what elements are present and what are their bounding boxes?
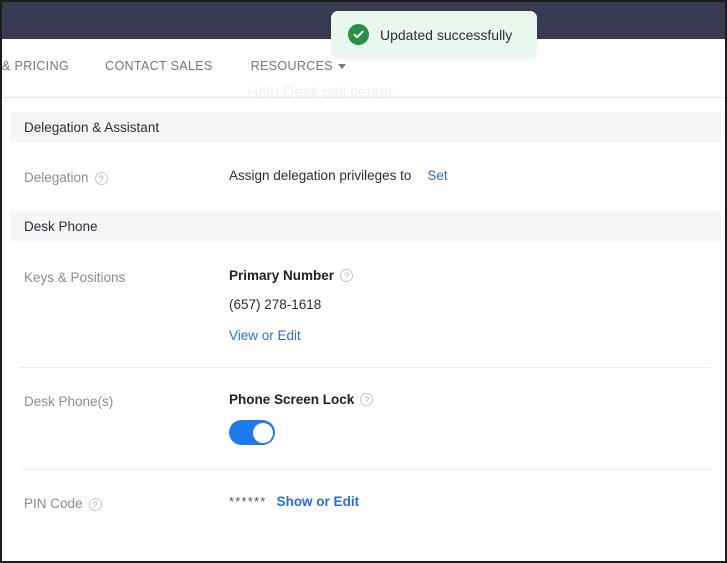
- section-title: Desk Phone: [24, 219, 98, 234]
- row-label-text: Delegation: [24, 170, 89, 185]
- row-label-keys-positions: Keys & Positions: [24, 270, 126, 285]
- row-label-pin-code: PIN Code?: [24, 494, 229, 511]
- primary-number-value: (657) 278-1618: [229, 297, 322, 312]
- nav-item-contact-sales[interactable]: CONTACT SALES: [105, 59, 213, 73]
- row-delegation: Delegation? Assign delegation privileges…: [2, 143, 725, 211]
- nav-items: & PRICING CONTACT SALES RESOURCES: [2, 59, 346, 73]
- nav-item-resources[interactable]: RESOURCES: [251, 59, 346, 73]
- toast-notification: Updated successfully: [331, 11, 537, 58]
- row-desk-phones: Desk Phone(s) Phone Screen Lock?: [2, 367, 725, 469]
- settings-content: Delegation & Assistant Delegation? Assig…: [2, 98, 725, 561]
- set-delegation-link[interactable]: Set: [427, 168, 447, 183]
- row-label-text: PIN Code: [24, 496, 83, 511]
- chevron-down-icon: [338, 63, 346, 69]
- row-pin-code: PIN Code? ****** Show or Edit: [2, 469, 725, 535]
- help-icon[interactable]: ?: [340, 269, 354, 282]
- pin-code-masked-value: ******: [229, 494, 267, 509]
- row-keys-positions: Keys & Positions Primary Number? (657) 2…: [2, 242, 725, 367]
- phone-screen-lock-title: Phone Screen Lock: [229, 392, 355, 407]
- section-header-delegation: Delegation & Assistant: [10, 112, 721, 143]
- row-label-desk-phones: Desk Phone(s): [24, 394, 114, 409]
- section-header-desk-phone: Desk Phone: [10, 211, 721, 242]
- nav-item-resources-label: RESOURCES: [250, 59, 333, 73]
- view-or-edit-link[interactable]: View or Edit: [229, 328, 301, 343]
- app-window: Help Desk call center & PRICING CONTACT …: [0, 0, 727, 563]
- row-value-desk-phones: Phone Screen Lock?: [229, 392, 725, 445]
- help-icon[interactable]: ?: [360, 393, 374, 406]
- phone-screen-lock-toggle[interactable]: [229, 420, 275, 445]
- primary-number-title: Primary Number: [229, 268, 335, 283]
- toast-message: Updated successfully: [380, 26, 513, 43]
- nav-item-pricing[interactable]: & PRICING: [2, 59, 69, 73]
- check-circle-icon: [348, 24, 369, 45]
- row-label-delegation: Delegation?: [24, 168, 229, 185]
- delegation-value-text: Assign delegation privileges to: [229, 168, 412, 183]
- toggle-knob: [252, 422, 273, 443]
- help-icon[interactable]: ?: [88, 497, 102, 511]
- row-value-keys-positions: Primary Number? (657) 278-1618 View or E…: [229, 268, 725, 343]
- show-or-edit-link[interactable]: Show or Edit: [277, 494, 360, 509]
- section-title: Delegation & Assistant: [24, 120, 160, 135]
- row-value-delegation: Assign delegation privileges to Set: [229, 168, 725, 185]
- help-icon[interactable]: ?: [94, 171, 108, 185]
- row-value-pin-code: ****** Show or Edit: [229, 494, 725, 511]
